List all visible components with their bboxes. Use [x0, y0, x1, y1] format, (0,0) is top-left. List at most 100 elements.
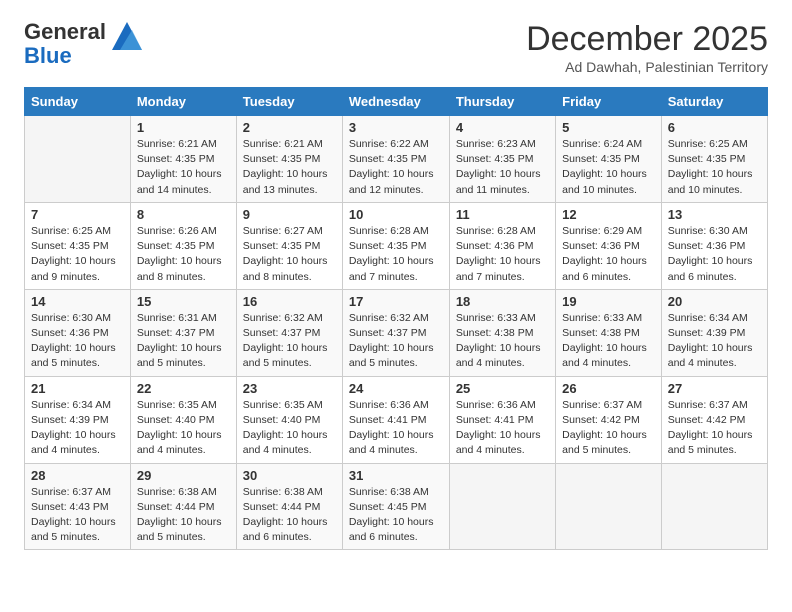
calendar-cell: 31Sunrise: 6:38 AM Sunset: 4:45 PM Dayli…: [342, 463, 449, 550]
day-info: Sunrise: 6:28 AM Sunset: 4:35 PM Dayligh…: [349, 224, 443, 285]
day-number: 21: [31, 381, 124, 396]
day-info: Sunrise: 6:33 AM Sunset: 4:38 PM Dayligh…: [456, 311, 549, 372]
day-number: 29: [137, 468, 230, 483]
day-info: Sunrise: 6:26 AM Sunset: 4:35 PM Dayligh…: [137, 224, 230, 285]
calendar-cell: 21Sunrise: 6:34 AM Sunset: 4:39 PM Dayli…: [25, 376, 131, 463]
calendar-week-row: 1 Sunrise: 6:21 AM Sunset: 4:35 PM Daylig…: [25, 116, 768, 203]
day-number: 18: [456, 294, 549, 309]
day-number: 31: [349, 468, 443, 483]
calendar-cell: [25, 116, 131, 203]
day-number: 13: [668, 207, 761, 222]
day-number: 26: [562, 381, 655, 396]
day-info: Sunrise: 6:27 AM Sunset: 4:35 PM Dayligh…: [243, 224, 336, 285]
day-number: 9: [243, 207, 336, 222]
calendar-cell: 5 Sunrise: 6:24 AM Sunset: 4:35 PM Daylig…: [556, 116, 662, 203]
day-info: Sunrise: 6:32 AM Sunset: 4:37 PM Dayligh…: [243, 311, 336, 372]
day-number: 7: [31, 207, 124, 222]
location-subtitle: Ad Dawhah, Palestinian Territory: [526, 59, 768, 75]
calendar-cell: 11Sunrise: 6:28 AM Sunset: 4:36 PM Dayli…: [449, 202, 555, 289]
day-number: 6: [668, 120, 761, 135]
page-header: General Blue December 2025 Ad Dawhah, Pa…: [24, 20, 768, 75]
day-info: Sunrise: 6:38 AM Sunset: 4:44 PM Dayligh…: [137, 485, 230, 546]
day-number: 5: [562, 120, 655, 135]
calendar-header-row: SundayMondayTuesdayWednesdayThursdayFrid…: [25, 88, 768, 116]
calendar-week-row: 28 Sunrise: 6:37 AM Sunset: 4:43 PM Dayli…: [25, 463, 768, 550]
day-info: Sunrise: 6:36 AM Sunset: 4:41 PM Dayligh…: [456, 398, 549, 459]
day-number: 20: [668, 294, 761, 309]
calendar-cell: 20 Sunrise: 6:34 AM Sunset: 4:39 PM Dayli…: [661, 289, 767, 376]
weekday-header-saturday: Saturday: [661, 88, 767, 116]
day-info: Sunrise: 6:35 AM Sunset: 4:40 PM Dayligh…: [137, 398, 230, 459]
weekday-header-friday: Friday: [556, 88, 662, 116]
day-info: Sunrise: 6:25 AM Sunset: 4:35 PM Dayligh…: [31, 224, 124, 285]
day-info: Sunrise: 6:35 AM Sunset: 4:40 PM Dayligh…: [243, 398, 336, 459]
day-number: 27: [668, 381, 761, 396]
day-number: 22: [137, 381, 230, 396]
calendar-cell: 17 Sunrise: 6:32 AM Sunset: 4:37 PM Dayli…: [342, 289, 449, 376]
day-info: Sunrise: 6:23 AM Sunset: 4:35 PM Dayligh…: [456, 137, 549, 198]
calendar-cell: 2 Sunrise: 6:21 AM Sunset: 4:35 PM Daylig…: [236, 116, 342, 203]
day-info: Sunrise: 6:29 AM Sunset: 4:36 PM Dayligh…: [562, 224, 655, 285]
day-number: 28: [31, 468, 124, 483]
day-number: 25: [456, 381, 549, 396]
calendar-cell: 16Sunrise: 6:32 AM Sunset: 4:37 PM Dayli…: [236, 289, 342, 376]
weekday-header-thursday: Thursday: [449, 88, 555, 116]
calendar-table: SundayMondayTuesdayWednesdayThursdayFrid…: [24, 87, 768, 550]
calendar-cell: 3Sunrise: 6:22 AM Sunset: 4:35 PM Daylig…: [342, 116, 449, 203]
calendar-cell: [661, 463, 767, 550]
day-info: Sunrise: 6:21 AM Sunset: 4:35 PM Dayligh…: [137, 137, 230, 198]
day-info: Sunrise: 6:37 AM Sunset: 4:42 PM Dayligh…: [562, 398, 655, 459]
logo-icon: [112, 22, 142, 50]
day-info: Sunrise: 6:31 AM Sunset: 4:37 PM Dayligh…: [137, 311, 230, 372]
day-info: Sunrise: 6:34 AM Sunset: 4:39 PM Dayligh…: [668, 311, 761, 372]
day-number: 15: [137, 294, 230, 309]
calendar-week-row: 14Sunrise: 6:30 AM Sunset: 4:36 PM Dayli…: [25, 289, 768, 376]
calendar-cell: 10 Sunrise: 6:28 AM Sunset: 4:35 PM Dayli…: [342, 202, 449, 289]
logo: General Blue: [24, 20, 142, 68]
day-info: Sunrise: 6:37 AM Sunset: 4:42 PM Dayligh…: [668, 398, 761, 459]
day-info: Sunrise: 6:21 AM Sunset: 4:35 PM Dayligh…: [243, 137, 336, 198]
calendar-cell: 15 Sunrise: 6:31 AM Sunset: 4:37 PM Dayli…: [130, 289, 236, 376]
calendar-cell: 23 Sunrise: 6:35 AM Sunset: 4:40 PM Dayli…: [236, 376, 342, 463]
day-number: 30: [243, 468, 336, 483]
day-number: 1: [137, 120, 230, 135]
calendar-cell: 7 Sunrise: 6:25 AM Sunset: 4:35 PM Daylig…: [25, 202, 131, 289]
day-info: Sunrise: 6:38 AM Sunset: 4:44 PM Dayligh…: [243, 485, 336, 546]
calendar-cell: 18 Sunrise: 6:33 AM Sunset: 4:38 PM Dayli…: [449, 289, 555, 376]
day-info: Sunrise: 6:24 AM Sunset: 4:35 PM Dayligh…: [562, 137, 655, 198]
day-number: 4: [456, 120, 549, 135]
day-number: 14: [31, 294, 124, 309]
calendar-cell: 9 Sunrise: 6:27 AM Sunset: 4:35 PM Daylig…: [236, 202, 342, 289]
weekday-header-wednesday: Wednesday: [342, 88, 449, 116]
day-info: Sunrise: 6:30 AM Sunset: 4:36 PM Dayligh…: [668, 224, 761, 285]
day-number: 10: [349, 207, 443, 222]
day-info: Sunrise: 6:28 AM Sunset: 4:36 PM Dayligh…: [456, 224, 549, 285]
day-info: Sunrise: 6:36 AM Sunset: 4:41 PM Dayligh…: [349, 398, 443, 459]
calendar-cell: 6 Sunrise: 6:25 AM Sunset: 4:35 PM Daylig…: [661, 116, 767, 203]
day-info: Sunrise: 6:25 AM Sunset: 4:35 PM Dayligh…: [668, 137, 761, 198]
day-number: 24: [349, 381, 443, 396]
day-number: 3: [349, 120, 443, 135]
calendar-cell: 13 Sunrise: 6:30 AM Sunset: 4:36 PM Dayli…: [661, 202, 767, 289]
day-info: Sunrise: 6:37 AM Sunset: 4:43 PM Dayligh…: [31, 485, 124, 546]
logo-text: General Blue: [24, 20, 106, 68]
day-number: 19: [562, 294, 655, 309]
day-info: Sunrise: 6:32 AM Sunset: 4:37 PM Dayligh…: [349, 311, 443, 372]
calendar-cell: 8 Sunrise: 6:26 AM Sunset: 4:35 PM Daylig…: [130, 202, 236, 289]
calendar-cell: 12 Sunrise: 6:29 AM Sunset: 4:36 PM Dayli…: [556, 202, 662, 289]
weekday-header-sunday: Sunday: [25, 88, 131, 116]
weekday-header-monday: Monday: [130, 88, 236, 116]
day-number: 17: [349, 294, 443, 309]
calendar-cell: [556, 463, 662, 550]
day-number: 8: [137, 207, 230, 222]
day-info: Sunrise: 6:33 AM Sunset: 4:38 PM Dayligh…: [562, 311, 655, 372]
calendar-cell: 24 Sunrise: 6:36 AM Sunset: 4:41 PM Dayli…: [342, 376, 449, 463]
calendar-cell: 25 Sunrise: 6:36 AM Sunset: 4:41 PM Dayli…: [449, 376, 555, 463]
day-number: 23: [243, 381, 336, 396]
calendar-cell: 14Sunrise: 6:30 AM Sunset: 4:36 PM Dayli…: [25, 289, 131, 376]
day-number: 12: [562, 207, 655, 222]
day-number: 2: [243, 120, 336, 135]
calendar-cell: 1 Sunrise: 6:21 AM Sunset: 4:35 PM Daylig…: [130, 116, 236, 203]
calendar-cell: 26 Sunrise: 6:37 AM Sunset: 4:42 PM Dayli…: [556, 376, 662, 463]
weekday-header-tuesday: Tuesday: [236, 88, 342, 116]
